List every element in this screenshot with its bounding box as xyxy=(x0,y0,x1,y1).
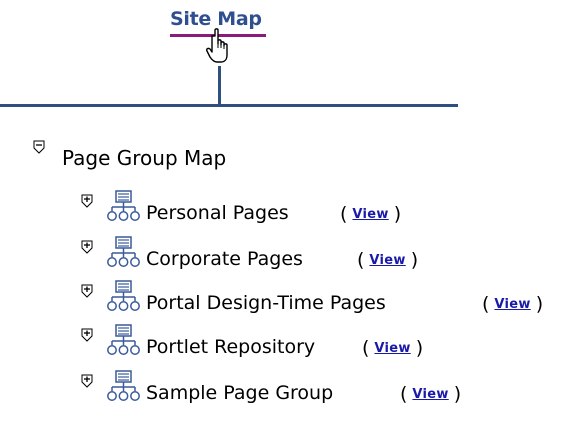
page-group-tree-icon xyxy=(107,236,140,267)
site-map-link[interactable]: Site Map xyxy=(170,8,262,30)
expand-plus-icon[interactable] xyxy=(80,194,94,208)
tree-item: Personal Pages (View) xyxy=(0,190,567,238)
view-link[interactable]: View xyxy=(369,341,415,356)
view-link[interactable]: View xyxy=(364,253,410,268)
tree-item-label: Portlet Repository xyxy=(146,336,316,358)
view-link-group: (View) xyxy=(400,383,461,405)
expand-plus-icon[interactable] xyxy=(80,240,94,254)
tree-item-label: Corporate Pages xyxy=(146,248,303,270)
close-paren: ) xyxy=(415,337,424,359)
tree-connector-vertical xyxy=(218,66,221,106)
view-link-group: (View) xyxy=(362,337,423,359)
open-paren: ( xyxy=(362,337,370,359)
tree-root-label: Page Group Map xyxy=(62,146,227,170)
page-group-tree-icon xyxy=(107,190,140,221)
open-paren: ( xyxy=(482,293,490,315)
expand-plus-icon[interactable] xyxy=(80,328,94,342)
open-paren: ( xyxy=(340,203,348,225)
tree-item-label: Personal Pages xyxy=(146,202,289,224)
page-group-tree-icon xyxy=(107,370,140,401)
open-paren: ( xyxy=(357,249,365,271)
page-group-tree-icon xyxy=(107,324,140,355)
close-paren: ) xyxy=(453,383,462,405)
hand-pointer-icon xyxy=(206,28,228,63)
tree-item: Portal Design-Time Pages (View) xyxy=(0,280,567,328)
tree-item: Portlet Repository (View) xyxy=(0,324,567,372)
view-link-group: (View) xyxy=(357,249,418,271)
expand-plus-icon[interactable] xyxy=(80,284,94,298)
view-link-group: (View) xyxy=(482,293,543,315)
view-link-group: (View) xyxy=(340,203,401,225)
tree-connector-horizontal xyxy=(0,104,458,107)
expand-plus-icon[interactable] xyxy=(80,374,94,388)
close-paren: ) xyxy=(410,249,419,271)
view-link[interactable]: View xyxy=(347,207,393,222)
page-group-tree-icon xyxy=(107,280,140,311)
view-link[interactable]: View xyxy=(407,387,453,402)
open-paren: ( xyxy=(400,383,408,405)
view-link[interactable]: View xyxy=(489,297,535,312)
tree-item-label: Portal Design-Time Pages xyxy=(146,292,386,314)
tree-item-label: Sample Page Group xyxy=(146,382,334,404)
collapse-minus-icon[interactable] xyxy=(32,140,46,154)
tree-item: Corporate Pages (View) xyxy=(0,236,567,284)
close-paren: ) xyxy=(535,293,544,315)
tree-item: Sample Page Group (View) xyxy=(0,370,567,418)
close-paren: ) xyxy=(393,203,402,225)
